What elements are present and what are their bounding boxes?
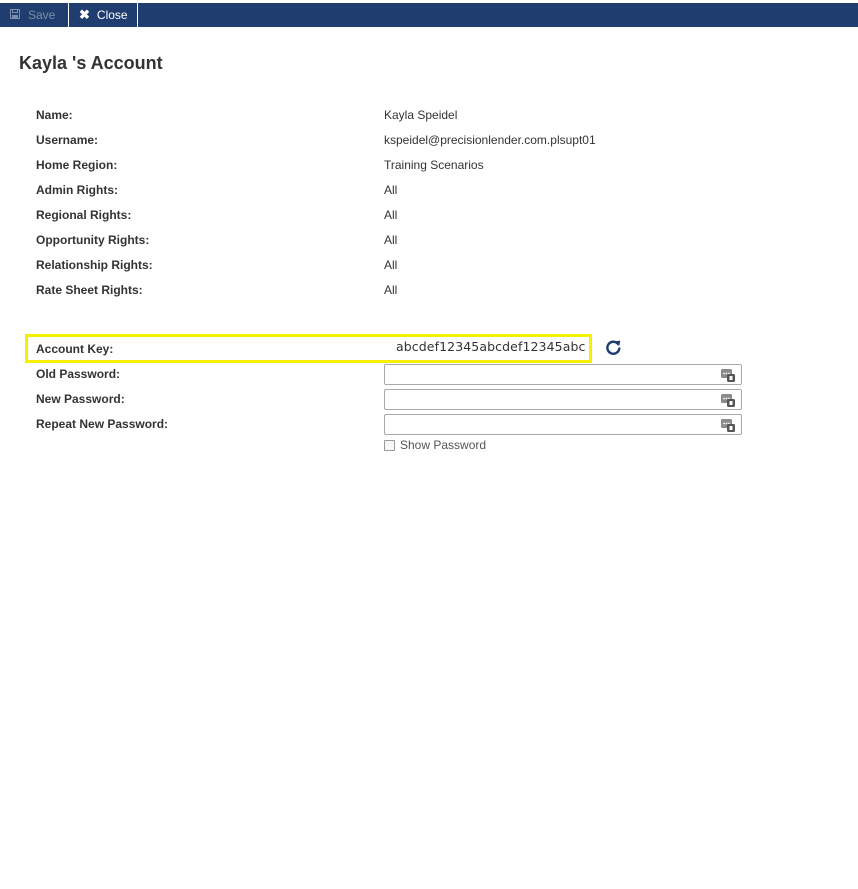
field-label: Rate Sheet Rights: [36,283,143,297]
save-icon [10,8,20,22]
field-row-rate-sheet-rights: Rate Sheet Rights: All [36,283,836,303]
repeat-password-label: Repeat New Password: [36,417,169,431]
close-button[interactable]: ✖ Close [68,3,138,27]
save-button[interactable]: Save [0,3,67,27]
field-label: Name: [36,108,73,122]
refresh-icon[interactable] [605,339,622,356]
field-value: All [384,208,398,222]
password-manager-icon[interactable] [721,417,735,432]
field-label: Admin Rights: [36,183,118,197]
field-value: Kayla Speidel [384,108,458,122]
account-key-label: Account Key: [36,342,114,356]
field-row-regional-rights: Regional Rights: All [36,208,836,228]
field-label: Username: [36,133,99,147]
show-password-label: Show Password [400,438,487,452]
new-password-label: New Password: [36,392,125,406]
show-password-checkbox[interactable] [384,439,395,451]
new-password-field[interactable] [384,389,742,410]
field-label: Regional Rights: [36,208,132,222]
save-label: Save [28,8,56,22]
password-manager-icon[interactable] [721,367,735,382]
field-row-opportunity-rights: Opportunity Rights: All [36,233,836,253]
old-password-field[interactable] [384,364,742,385]
close-label: Close [96,8,128,22]
repeat-password-field[interactable] [384,414,742,435]
field-row-admin-rights: Admin Rights: All [36,183,836,203]
page-title: Kayla 's Account [19,53,163,73]
field-label: Relationship Rights: [36,258,153,272]
field-value: All [384,233,398,247]
close-icon: ✖ [79,7,90,22]
field-label: Opportunity Rights: [36,233,150,247]
password-manager-icon[interactable] [721,392,735,407]
field-label: Home Region: [36,158,118,172]
field-value: All [384,258,398,272]
field-value: kspeidel@precisionlender.com.plsupt01 [384,133,596,147]
old-password-label: Old Password: [36,367,121,381]
account-key-value: abcdef12345abcdef12345abc [396,339,586,354]
field-value: All [384,183,398,197]
field-value: All [384,283,398,297]
field-row-username: Username: kspeidel@precisionlender.com.p… [36,133,836,153]
field-row-relationship-rights: Relationship Rights: All [36,258,836,278]
toolbar: Save ✖ Close [0,3,858,27]
field-row-home-region: Home Region: Training Scenarios [36,158,836,178]
show-password-toggle[interactable]: Show Password [384,438,486,452]
field-row-name: Name: Kayla Speidel [36,108,836,128]
field-value: Training Scenarios [384,158,484,172]
